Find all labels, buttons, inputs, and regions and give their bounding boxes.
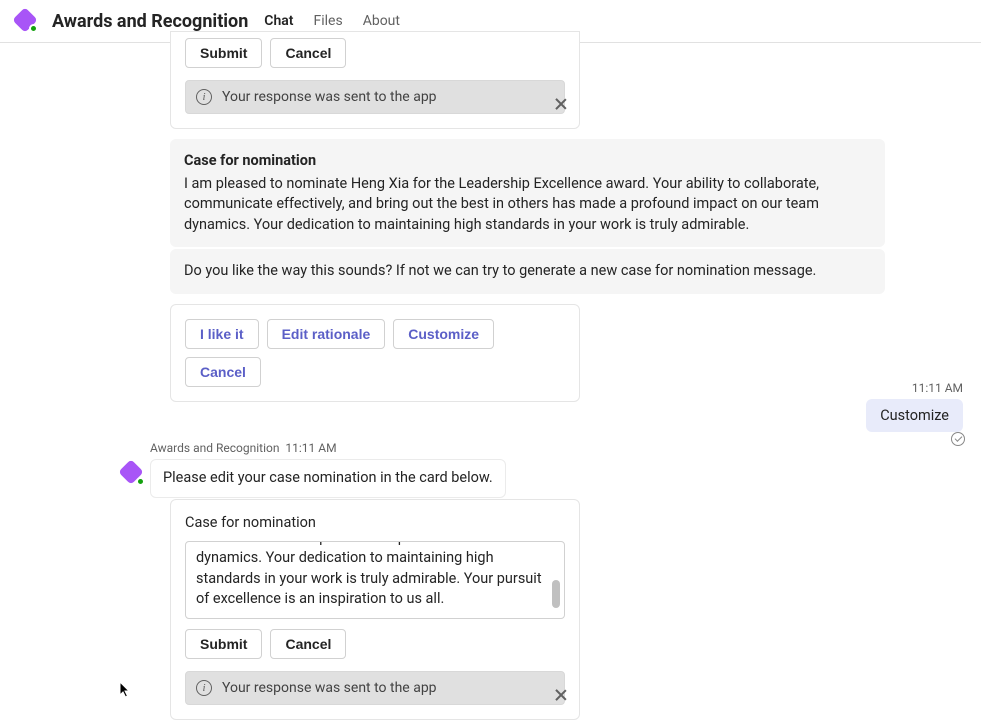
toast-text: Your response was sent to the app <box>222 680 437 696</box>
customize-button[interactable]: Customize <box>393 319 494 349</box>
bot-prompt: Please edit your case nomination in the … <box>150 459 506 498</box>
user-message-group: 11:11 AM Customize <box>866 381 963 432</box>
cancel-nomination-button[interactable]: Cancel <box>185 357 261 387</box>
nomination-body: I am pleased to nominate Heng Xia for th… <box>184 174 871 236</box>
info-icon <box>196 89 212 105</box>
followup-text: Do you like the way this sounds? If not … <box>184 262 816 279</box>
app-title: Awards and Recognition <box>52 11 248 32</box>
read-receipt-icon <box>951 432 965 446</box>
textarea-visible-text: communicate effectively, and bring out t… <box>196 541 544 610</box>
followup-message: Do you like the way this sounds? If not … <box>170 249 885 294</box>
response-sent-toast: Your response was sent to the app <box>185 80 565 114</box>
i-like-it-button[interactable]: I like it <box>185 319 259 349</box>
presence-dot-icon <box>136 477 145 486</box>
response-sent-toast: Your response was sent to the app <box>185 671 565 705</box>
edit-rationale-button[interactable]: Edit rationale <box>267 319 386 349</box>
user-timestamp: 11:11 AM <box>866 381 963 395</box>
bot-avatar <box>122 463 142 483</box>
toast-text: Your response was sent to the app <box>222 89 437 105</box>
sender-line: Awards and Recognition 11:11 AM <box>150 441 506 455</box>
info-icon <box>196 680 212 696</box>
mouse-cursor-icon <box>120 682 132 698</box>
submit-button[interactable]: Submit <box>185 38 262 68</box>
top-card: Submit Cancel Your response was sent to … <box>170 31 580 129</box>
choice-card: I like it Edit rationale Customize Cance… <box>170 304 580 402</box>
nomination-title: Case for nomination <box>184 151 871 172</box>
sender-time: 11:11 AM <box>285 441 336 455</box>
edit-card-title: Case for nomination <box>185 514 565 531</box>
app-icon <box>16 11 36 31</box>
edit-nomination-card: Case for nomination communicate effectiv… <box>170 499 580 720</box>
bot-prompt-text: Please edit your case nomination in the … <box>163 469 493 486</box>
cancel-button[interactable]: Cancel <box>270 629 346 659</box>
nomination-textarea[interactable]: communicate effectively, and bring out t… <box>185 541 565 619</box>
sender-name: Awards and Recognition <box>150 441 279 455</box>
cancel-button[interactable]: Cancel <box>270 38 346 68</box>
scrollbar-thumb[interactable] <box>552 580 560 608</box>
nomination-message: Case for nomination I am pleased to nomi… <box>170 139 885 247</box>
user-message: Customize <box>866 399 963 432</box>
chat-area: Submit Cancel Your response was sent to … <box>0 31 981 667</box>
submit-button[interactable]: Submit <box>185 629 262 659</box>
